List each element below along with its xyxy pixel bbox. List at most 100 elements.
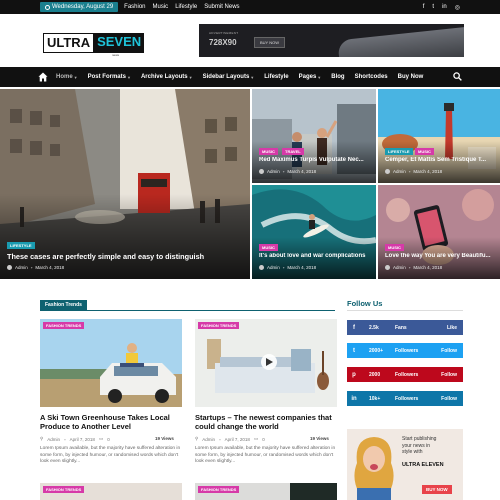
header-advertisement[interactable]: ADVERTISEMENT 728X90 BUY NOW bbox=[199, 24, 464, 57]
comment-icon: ▭ bbox=[253, 436, 259, 441]
hero-main-title[interactable]: These cases are perfectly simple and eas… bbox=[7, 252, 242, 261]
linkedin-icon: in bbox=[351, 395, 357, 402]
avatar bbox=[385, 169, 390, 174]
instagram-icon[interactable]: ◎ bbox=[455, 4, 460, 11]
calendar-icon: ▫ bbox=[282, 265, 285, 270]
card-meta-1: ⚲ Admin ▫ April 7, 2018 ▭ 0 bbox=[40, 436, 110, 442]
facebook-icon[interactable]: f bbox=[423, 4, 425, 10]
follow-button[interactable]: Follow bbox=[441, 348, 457, 354]
category-tag[interactable]: FASHION TRENDS bbox=[198, 322, 240, 329]
card-title-1[interactable]: A Ski Town Greenhouse Takes Local Produc… bbox=[40, 413, 185, 431]
category-tag[interactable]: LIFESTYLE bbox=[7, 242, 35, 249]
category-tag[interactable]: LIFESTYLE bbox=[385, 148, 413, 155]
user-icon: ⚲ bbox=[40, 436, 44, 441]
clock-icon bbox=[45, 4, 50, 10]
sidebar-promo-banner[interactable]: Start publishing your news in style with… bbox=[347, 429, 463, 500]
card-excerpt-1: Lorem Ipsum available, but the majority … bbox=[40, 446, 181, 464]
hero-tile-2[interactable]: LIFESTYLE MUSIC Cemper, Et Mattis Sem Tr… bbox=[378, 89, 500, 183]
category-tag[interactable]: TRAVEL bbox=[282, 148, 304, 155]
top-bar: Wednesday, August 29 Fashion Music Lifes… bbox=[0, 0, 500, 14]
twitter-icon[interactable]: t bbox=[432, 4, 434, 10]
comment-icon: ▭ bbox=[98, 436, 104, 441]
post-meta: Admin ▫ March 4, 2018 bbox=[385, 265, 442, 270]
hero-tile-4[interactable]: MUSIC Love the way You are very Beautifu… bbox=[378, 185, 500, 279]
promo-buy-button[interactable]: BUY NOW bbox=[422, 485, 452, 494]
nav-item-shortcodes[interactable]: Shortcodes bbox=[355, 74, 388, 80]
promo-text: Start publishing your news in style with bbox=[402, 436, 437, 455]
section-divider bbox=[40, 310, 335, 311]
twitter-icon: t bbox=[353, 347, 355, 354]
category-tag[interactable]: MUSIC bbox=[259, 244, 278, 251]
calendar-icon: ▫ bbox=[64, 436, 66, 442]
card-image-1[interactable]: FASHION TRENDS bbox=[40, 319, 182, 407]
category-tag[interactable]: MUSIC bbox=[385, 244, 404, 251]
category-tag[interactable]: FASHION TRENDS bbox=[198, 486, 240, 493]
pinterest-icon: p bbox=[352, 371, 356, 378]
follow-button[interactable]: Follow bbox=[441, 396, 457, 402]
nav-item-blog[interactable]: Blog bbox=[331, 74, 344, 80]
follow-bar-twitter[interactable]: t 2000+ Followers Follow bbox=[347, 343, 463, 358]
like-button[interactable]: Like bbox=[447, 325, 457, 331]
card-image-3[interactable]: FASHION TRENDS bbox=[40, 483, 182, 500]
hero-tile-title[interactable]: Red Maximus Turpis Vulputate Nec... bbox=[259, 157, 375, 163]
nav-item-home[interactable]: Home ▼ bbox=[56, 74, 78, 80]
nav-item-buy-now[interactable]: Buy Now bbox=[398, 74, 424, 80]
logo-part-seven: SEVEN bbox=[94, 33, 145, 53]
hero-tile-3[interactable]: MUSIC It's about love and war complicati… bbox=[252, 185, 376, 279]
view-count: 19 Views bbox=[310, 436, 329, 441]
nav-item-lifestyle[interactable]: Lifestyle bbox=[264, 74, 288, 80]
chevron-down-icon: ▼ bbox=[250, 74, 255, 80]
phone-image bbox=[337, 24, 464, 57]
ad-label: ADVERTISEMENT bbox=[209, 31, 239, 35]
top-link-music[interactable]: Music bbox=[153, 4, 169, 10]
calendar-icon: ▫ bbox=[282, 169, 285, 174]
nav-item-pages[interactable]: Pages ▼ bbox=[299, 74, 322, 80]
post-meta: Admin ▫ March 4, 2018 bbox=[259, 265, 316, 270]
follow-us-heading: Follow Us bbox=[347, 299, 383, 308]
calendar-icon: ▫ bbox=[408, 265, 411, 270]
follow-bar-pinterest[interactable]: p 2000 Followers Follow bbox=[347, 367, 463, 382]
hero-tile-title[interactable]: Love the way You are very Beautifu... bbox=[385, 253, 499, 259]
hero-tile-title[interactable]: It's about love and war complications bbox=[259, 253, 375, 259]
ad-buy-button[interactable]: BUY NOW bbox=[254, 37, 286, 48]
search-icon[interactable] bbox=[453, 72, 462, 81]
car-woman-image bbox=[40, 319, 182, 407]
linkedin-icon[interactable]: in bbox=[442, 4, 447, 10]
nav-item-archive-layouts[interactable]: Archive Layouts ▼ bbox=[141, 74, 193, 80]
user-icon: ⚲ bbox=[195, 436, 199, 441]
top-link-submit-news[interactable]: Submit News bbox=[204, 4, 239, 10]
follow-bar-facebook[interactable]: f 2.5k Fans Like bbox=[347, 320, 463, 335]
hero-main-post[interactable]: LIFESTYLE These cases are perfectly simp… bbox=[0, 89, 250, 279]
follow-bar-linkedin[interactable]: in 10k+ Followers Follow bbox=[347, 391, 463, 406]
category-tag[interactable]: FASHION TRENDS bbox=[43, 486, 85, 493]
avatar bbox=[385, 265, 390, 270]
top-link-lifestyle[interactable]: Lifestyle bbox=[175, 4, 197, 10]
hero-tile-1[interactable]: MUSIC TRAVEL Red Maximus Turpis Vulputat… bbox=[252, 89, 376, 183]
card-image-4[interactable]: FASHION TRENDS bbox=[195, 483, 337, 500]
ad-size: 728X90 bbox=[209, 38, 237, 47]
follow-button[interactable]: Follow bbox=[441, 372, 457, 378]
view-count: 19 Views bbox=[155, 436, 174, 441]
home-icon[interactable] bbox=[38, 72, 48, 82]
post-meta: Admin ▫ March 4, 2018 bbox=[385, 169, 442, 174]
top-link-fashion[interactable]: Fashion bbox=[124, 4, 145, 10]
card-title-2[interactable]: Startups – The newest companies that cou… bbox=[195, 413, 340, 431]
section-divider bbox=[347, 310, 463, 311]
post-meta: Admin ▫ March 4, 2018 bbox=[7, 265, 64, 270]
category-tag[interactable]: MUSIC bbox=[259, 148, 278, 155]
chevron-down-icon: ▼ bbox=[73, 74, 78, 80]
calendar-icon: ▫ bbox=[30, 265, 33, 270]
bedroom-image bbox=[195, 319, 337, 407]
site-logo[interactable]: ULTRA SEVEN bbox=[43, 33, 145, 53]
facebook-icon: f bbox=[353, 324, 355, 331]
category-tag[interactable]: FASHION TRENDS bbox=[43, 322, 85, 329]
logo-part-ultra: ULTRA bbox=[43, 33, 95, 53]
hero-tile-title[interactable]: Cemper, Et Mattis Sem Tristique T... bbox=[385, 157, 499, 163]
card-image-2[interactable]: FASHION TRENDS bbox=[195, 319, 337, 407]
category-tag[interactable]: MUSIC bbox=[415, 148, 434, 155]
promo-brand: ULTRA ELEVEN bbox=[402, 462, 444, 468]
date-badge: Wednesday, August 29 bbox=[40, 2, 119, 12]
nav-item-sidebar-layouts[interactable]: Sidebar Layouts ▼ bbox=[203, 74, 255, 80]
nav-item-post-formats[interactable]: Post Formats ▼ bbox=[88, 74, 131, 80]
calendar-icon: ▫ bbox=[408, 169, 411, 174]
